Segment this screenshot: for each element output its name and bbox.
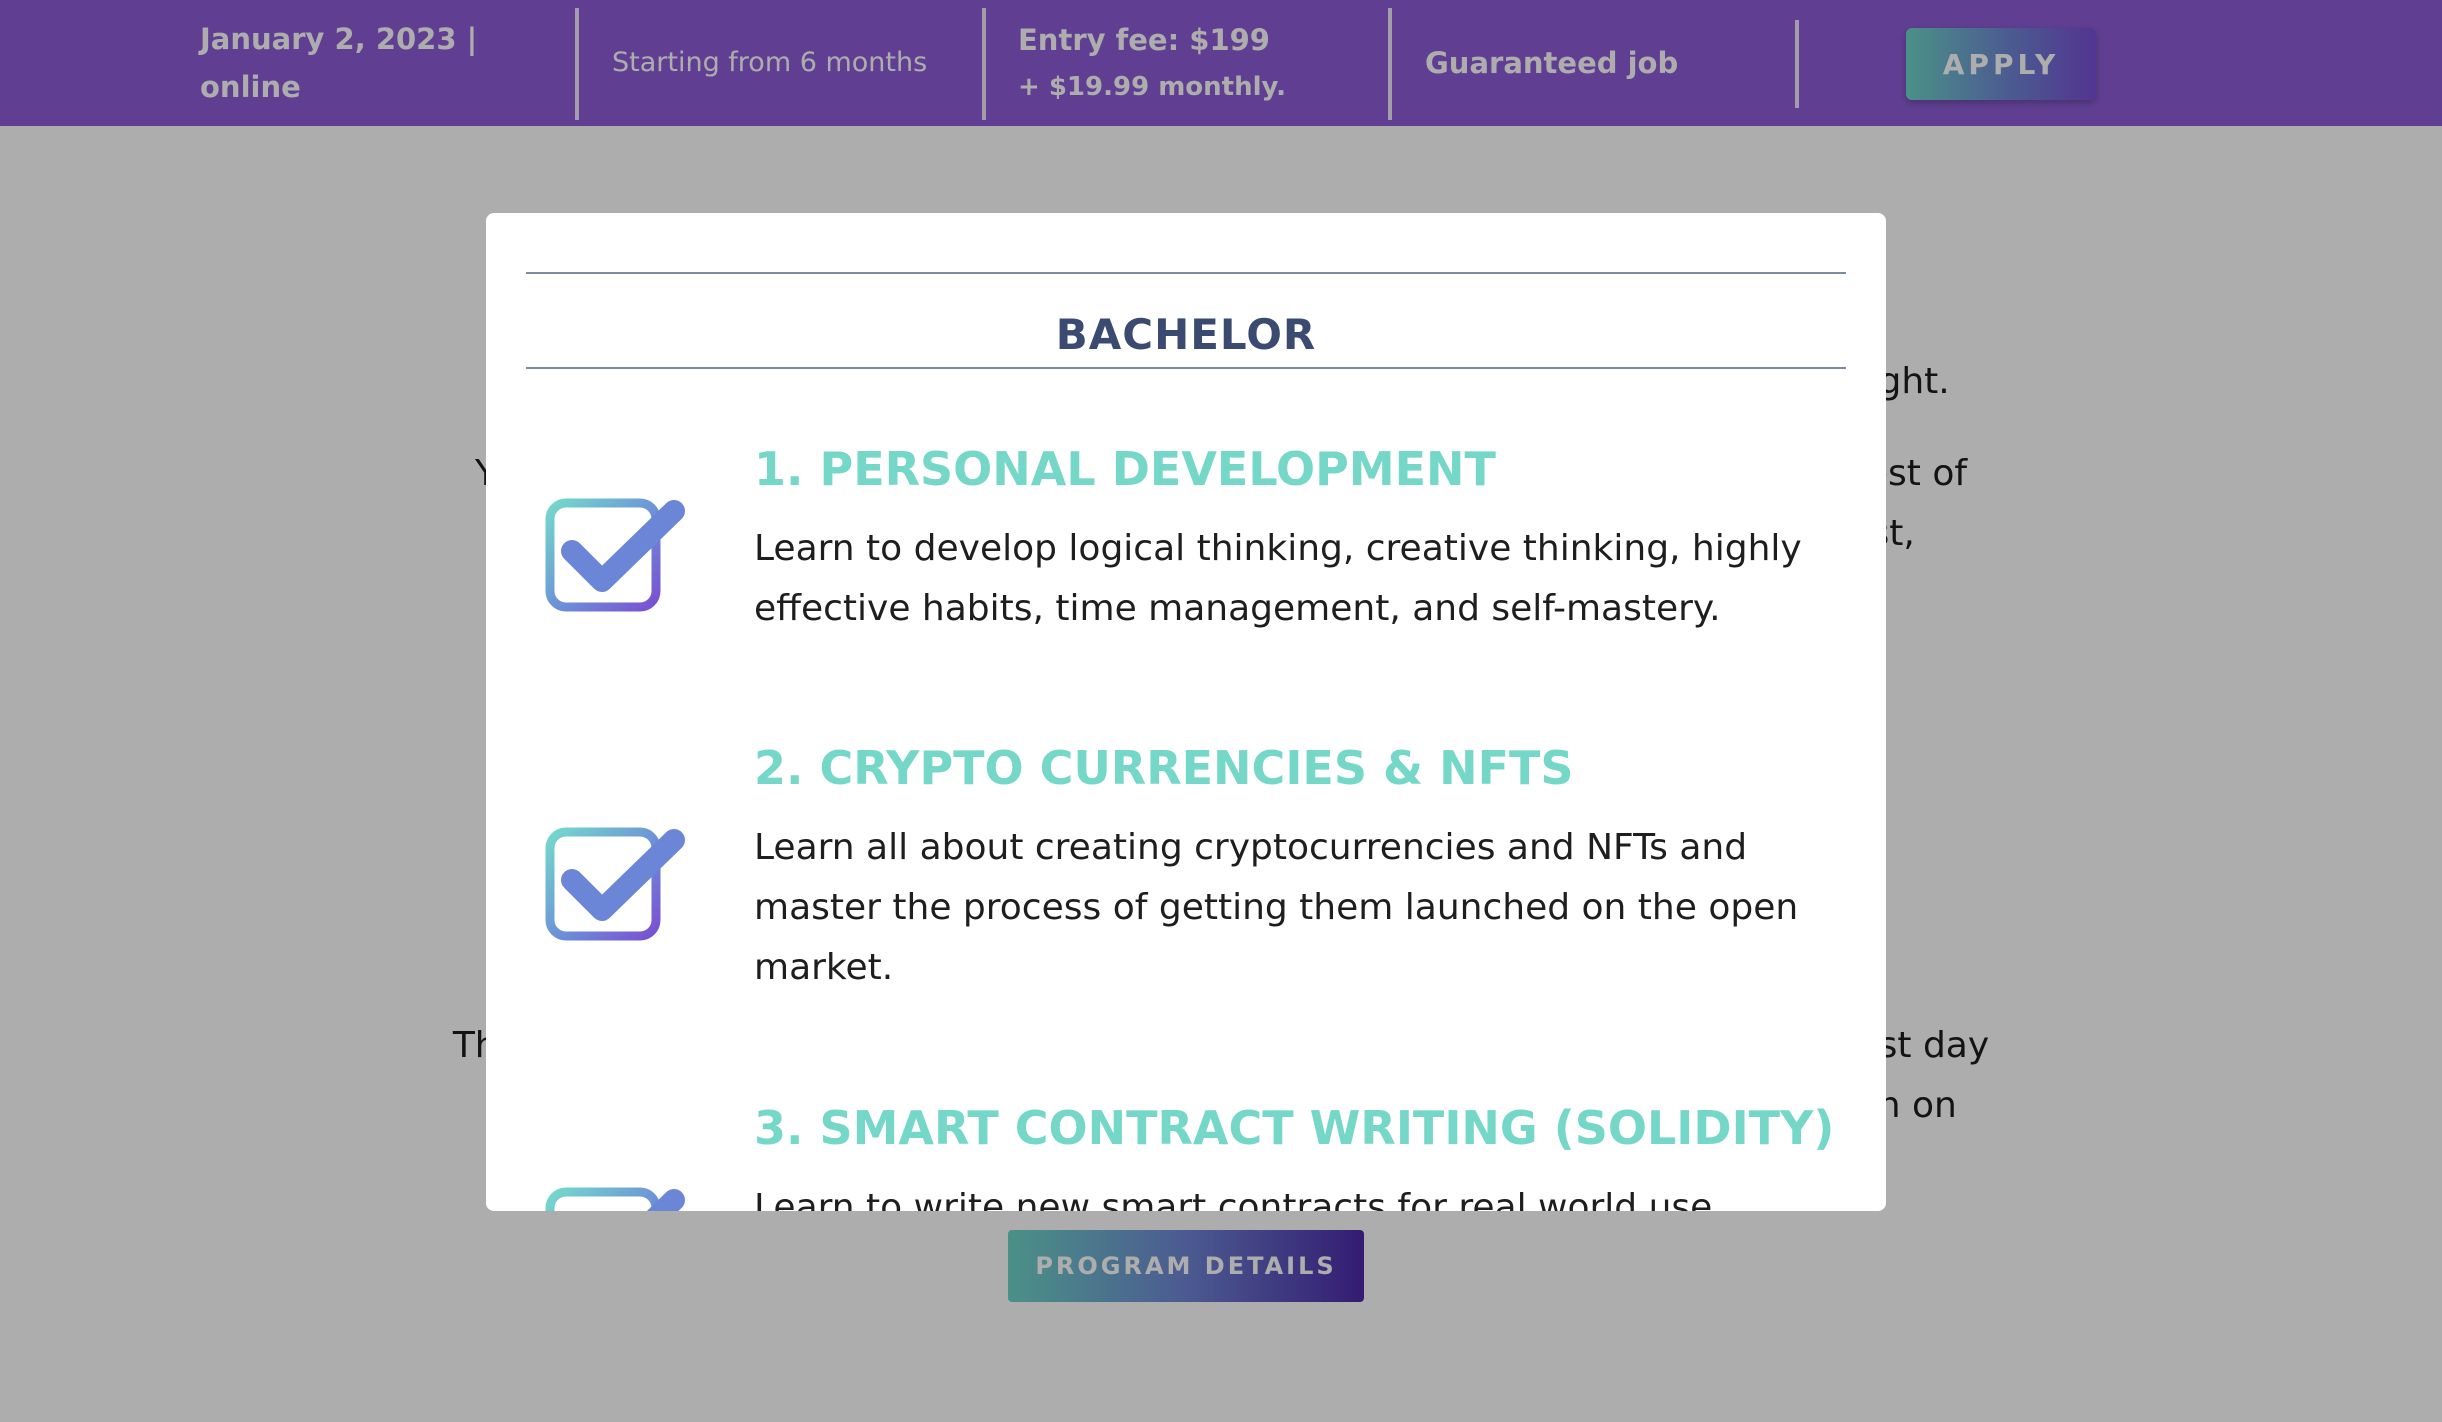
course-description: Learn to write new smart contracts for r…	[754, 1187, 1713, 1211]
course-description: Learn all about creating cryptocurrencie…	[754, 827, 1799, 988]
course-heading: 3. SMART CONTRACT WRITING (SOLIDITY)	[754, 1101, 1835, 1155]
checkbox-checked-icon	[545, 827, 685, 941]
course-heading: 2. CRYPTO CURRENCIES & NFTS	[754, 741, 1574, 795]
course-description: Learn to develop logical thinking, creat…	[754, 528, 1802, 629]
checkbox-checked-icon	[545, 498, 685, 612]
program-modal: BACHELOR 1. PERSONAL DEVELOPMENT Learn t…	[486, 213, 1886, 1211]
course-heading: 1. PERSONAL DEVELOPMENT	[754, 442, 1496, 496]
title-top-rule	[526, 272, 1846, 274]
checkbox-checked-icon	[545, 1187, 685, 1211]
title-bottom-rule	[526, 367, 1846, 369]
